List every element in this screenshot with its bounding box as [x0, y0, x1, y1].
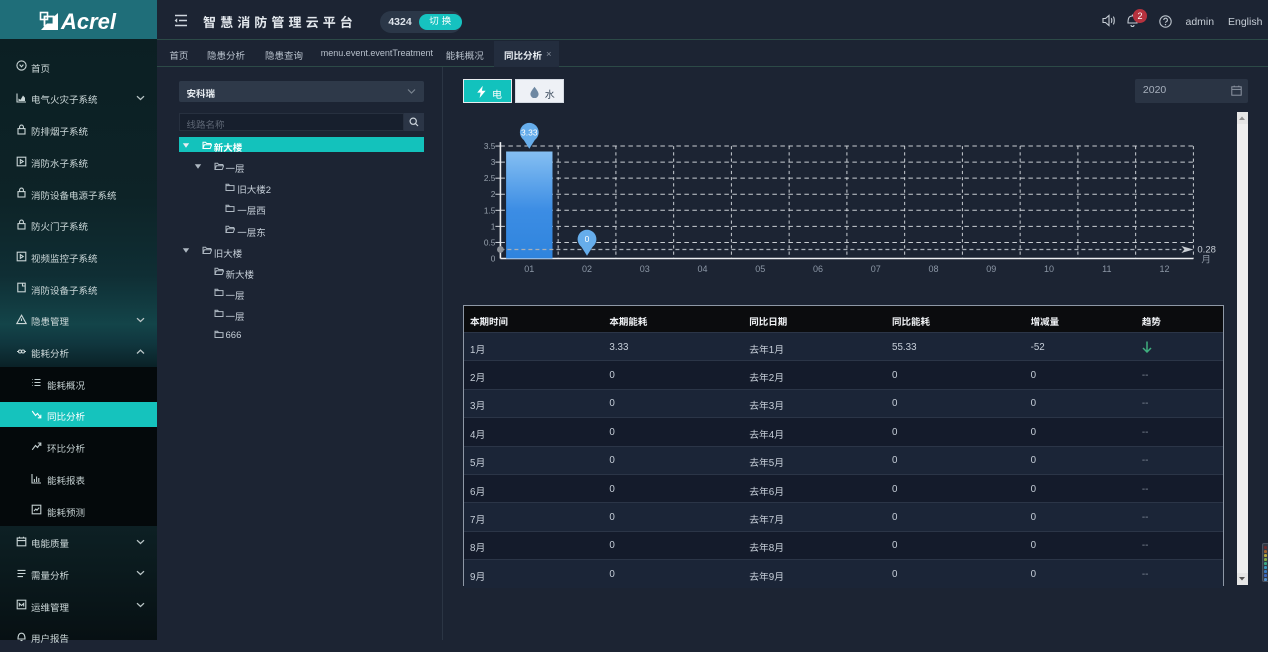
svg-text:01: 01	[524, 264, 534, 274]
svg-text:08: 08	[928, 264, 938, 274]
svg-text:05: 05	[755, 264, 765, 274]
svg-text:12: 12	[1159, 264, 1169, 274]
svg-text:0.5: 0.5	[484, 237, 496, 247]
svg-text:06: 06	[813, 264, 823, 274]
svg-text:月: 月	[1201, 255, 1211, 266]
svg-text:02: 02	[582, 264, 592, 274]
svg-text:3.33: 3.33	[521, 127, 538, 137]
svg-text:10: 10	[1044, 264, 1054, 274]
svg-text:3.5: 3.5	[484, 141, 496, 151]
svg-text:11: 11	[1102, 264, 1111, 274]
svg-text:0: 0	[491, 254, 496, 264]
svg-text:2: 2	[491, 189, 496, 199]
svg-text:03: 03	[640, 264, 650, 274]
svg-text:07: 07	[871, 264, 881, 274]
svg-text:04: 04	[697, 264, 707, 274]
svg-text:09: 09	[986, 264, 996, 274]
svg-text:1.5: 1.5	[484, 205, 496, 215]
svg-text:3: 3	[491, 157, 496, 167]
svg-text:2.5: 2.5	[484, 173, 496, 183]
svg-text:0: 0	[585, 234, 590, 244]
svg-text:1: 1	[491, 221, 496, 231]
